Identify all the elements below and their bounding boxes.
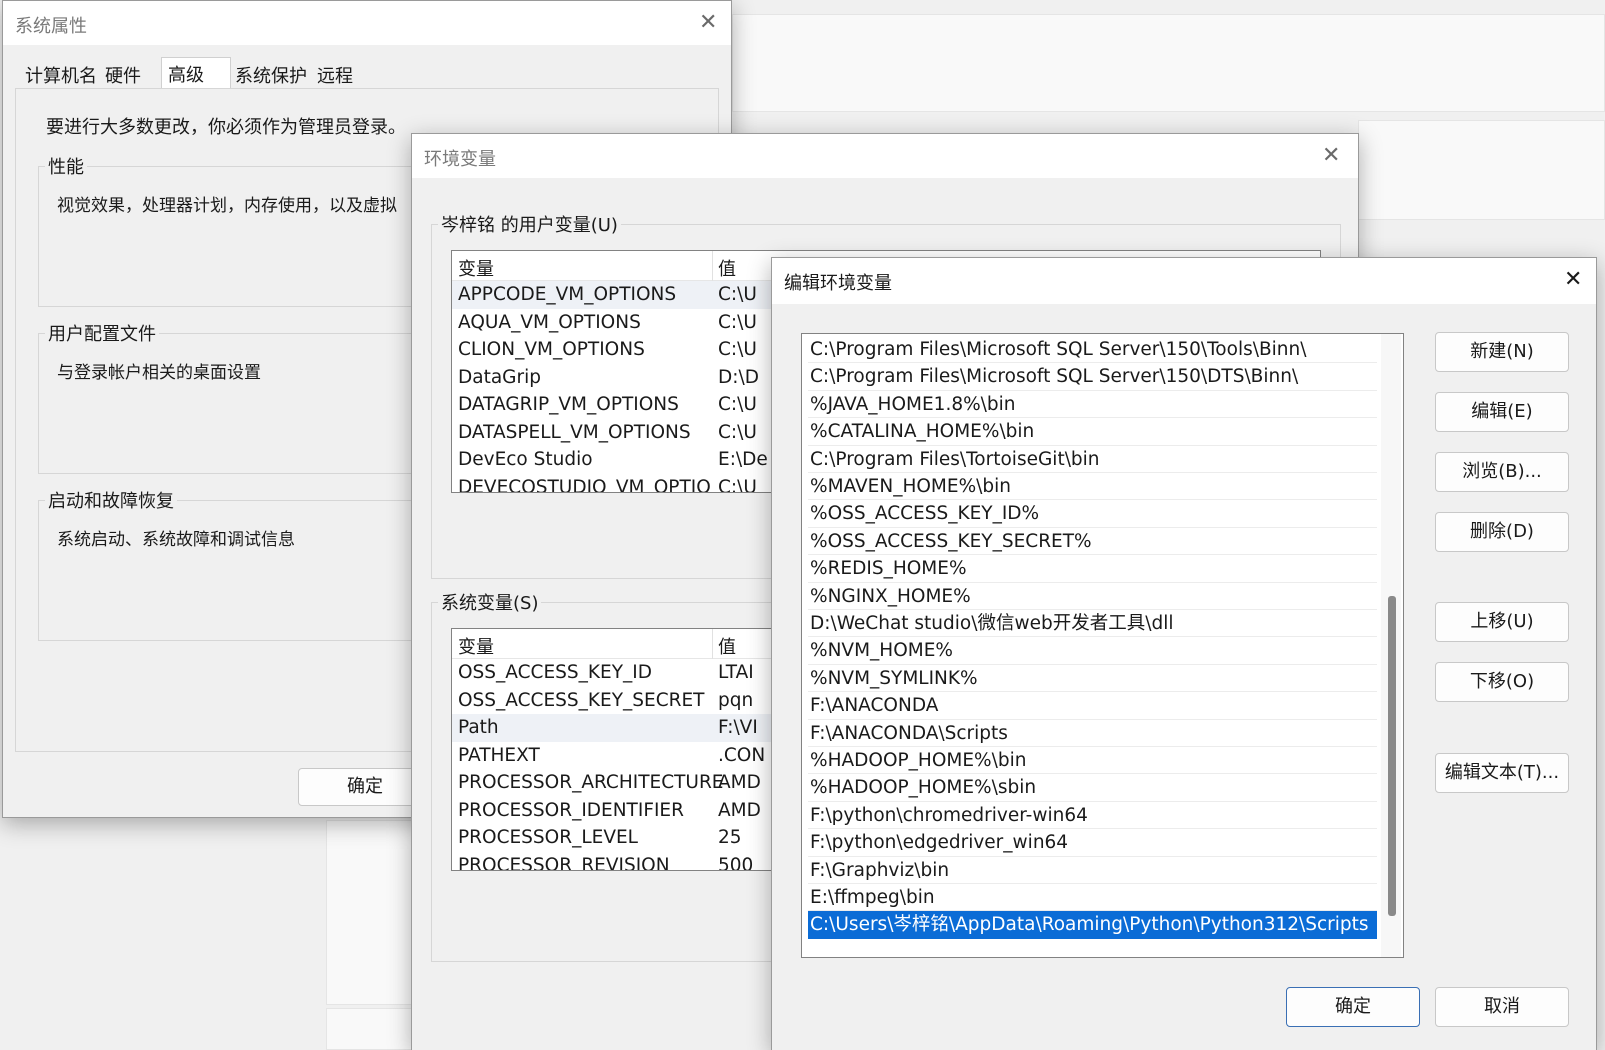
path-list-item[interactable]: %NVM_SYMLINK% [808, 665, 1377, 693]
performance-description: 视觉效果，处理器计划，内存使用，以及虚拟 [57, 196, 397, 216]
path-list-item[interactable]: F:\ANACONDA [808, 692, 1377, 720]
close-icon[interactable]: ✕ [699, 10, 717, 35]
path-list-item[interactable]: C:\Program Files\Microsoft SQL Server\15… [808, 336, 1377, 364]
background-window-top [732, 14, 1605, 112]
user-variables-legend: 岑梓铭 的用户变量(U) [438, 211, 621, 237]
edit-env-titlebar: 编辑环境变量 ✕ [772, 258, 1596, 304]
path-list-item[interactable]: %NVM_HOME% [808, 637, 1377, 665]
close-icon[interactable]: ✕ [1564, 267, 1582, 292]
tab-remote[interactable]: 远程 [311, 59, 359, 89]
edit-env-ok-button[interactable]: 确定 [1286, 987, 1420, 1027]
system-variables-legend: 系统变量(S) [438, 589, 542, 615]
path-list-scrollbar-track[interactable] [1381, 334, 1401, 957]
tab-system-protection[interactable]: 系统保护 [229, 59, 313, 89]
move-down-button[interactable]: 下移(O) [1435, 662, 1569, 702]
path-list[interactable]: C:\Program Files\Microsoft SQL Server\15… [801, 333, 1404, 958]
column-header-variable[interactable]: 变量 [458, 633, 494, 659]
edit-env-title: 编辑环境变量 [784, 273, 892, 294]
tab-computer-name[interactable]: 计算机名 [19, 59, 103, 89]
browse-button[interactable]: 浏览(B)... [1435, 452, 1569, 492]
new-button[interactable]: 新建(N) [1435, 332, 1569, 372]
path-list-item[interactable]: C:\Users\岑梓铭\AppData\Roaming\Python\Pyth… [808, 911, 1377, 939]
path-list-item[interactable]: %HADOOP_HOME%\bin [808, 747, 1377, 775]
environment-variables-title: 环境变量 [424, 149, 496, 170]
path-list-item[interactable]: F:\python\edgedriver_win64 [808, 829, 1377, 857]
path-list-item[interactable]: %OSS_ACCESS_KEY_ID% [808, 500, 1377, 528]
edit-button[interactable]: 编辑(E) [1435, 392, 1569, 432]
tab-hardware[interactable]: 硬件 [99, 59, 147, 89]
startup-recovery-legend: 启动和故障恢复 [45, 487, 177, 513]
system-properties-titlebar: 系统属性 ✕ [3, 1, 731, 45]
column-header-value[interactable]: 值 [718, 255, 736, 281]
path-list-scrollbar-thumb[interactable] [1388, 596, 1396, 916]
path-list-item[interactable]: C:\Program Files\TortoiseGit\bin [808, 446, 1377, 473]
user-profile-legend: 用户配置文件 [45, 320, 159, 346]
path-list-item[interactable]: F:\Graphviz\bin [808, 857, 1377, 884]
path-list-item[interactable]: %REDIS_HOME% [808, 555, 1377, 583]
startup-recovery-description: 系统启动、系统故障和调试信息 [57, 530, 295, 550]
edit-env-cancel-button[interactable]: 取消 [1435, 987, 1569, 1027]
move-up-button[interactable]: 上移(U) [1435, 602, 1569, 642]
user-profile-description: 与登录帐户相关的桌面设置 [57, 363, 261, 383]
path-list-item[interactable]: %NGINX_HOME% [808, 583, 1377, 610]
background-window-bottom-2 [326, 1008, 412, 1050]
admin-notice: 要进行大多数更改，你必须作为管理员登录。 [46, 117, 406, 138]
path-list-item[interactable]: E:\ffmpeg\bin [808, 884, 1377, 912]
path-list-item[interactable]: %JAVA_HOME1.8%\bin [808, 391, 1377, 419]
path-list-item[interactable]: %HADOOP_HOME%\sbin [808, 774, 1377, 802]
path-list-item[interactable]: F:\ANACONDA\Scripts [808, 720, 1377, 747]
path-list-item[interactable]: F:\python\chromedriver-win64 [808, 802, 1377, 830]
environment-variables-titlebar: 环境变量 ✕ [412, 134, 1358, 178]
path-list-item[interactable]: %CATALINA_HOME%\bin [808, 418, 1377, 446]
tab-advanced[interactable]: 高级 [161, 57, 231, 89]
path-list-item[interactable]: C:\Program Files\Microsoft SQL Server\15… [808, 363, 1377, 391]
performance-legend: 性能 [45, 153, 87, 179]
system-properties-title: 系统属性 [15, 16, 87, 37]
path-list-item[interactable]: D:\WeChat studio\微信web开发者工具\dll [808, 610, 1377, 638]
column-header-variable[interactable]: 变量 [458, 255, 494, 281]
edit-text-button[interactable]: 编辑文本(T)... [1435, 753, 1569, 793]
column-header-value[interactable]: 值 [718, 633, 736, 659]
background-window-middle [1358, 120, 1605, 220]
delete-button[interactable]: 删除(D) [1435, 512, 1569, 552]
path-list-item[interactable]: %OSS_ACCESS_KEY_SECRET% [808, 528, 1377, 556]
edit-environment-variable-dialog: 编辑环境变量 ✕ C:\Program Files\Microsoft SQL … [771, 257, 1597, 1050]
background-window-bottom [326, 820, 412, 1005]
close-icon[interactable]: ✕ [1322, 143, 1340, 168]
path-list-item[interactable]: %MAVEN_HOME%\bin [808, 473, 1377, 501]
